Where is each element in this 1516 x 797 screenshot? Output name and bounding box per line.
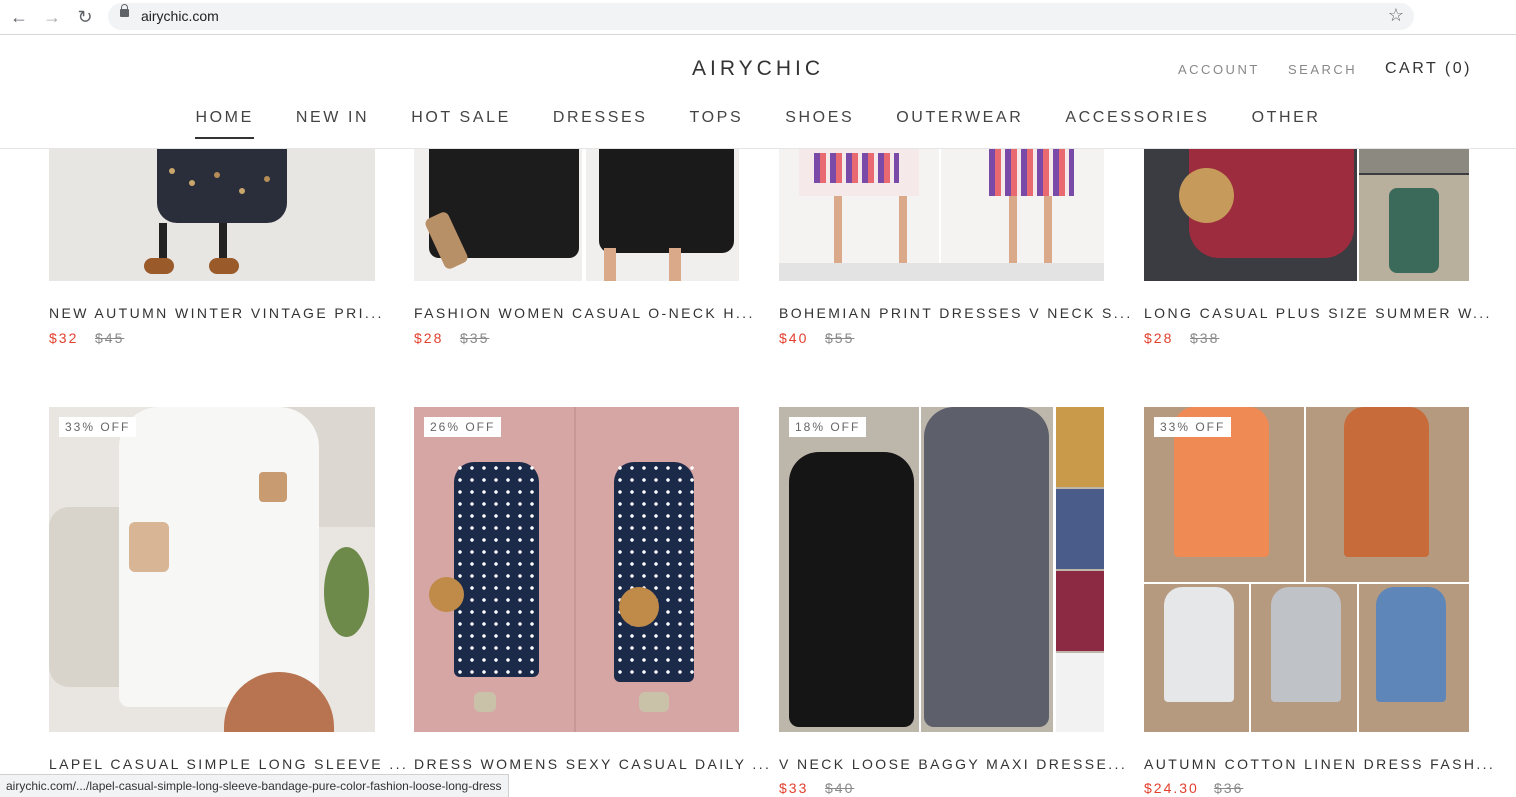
product-name[interactable]: LAPEL CASUAL SIMPLE LONG SLEEVE ... <box>49 756 408 772</box>
product-price: $40 <box>779 330 809 346</box>
menu-item-new-in[interactable]: NEW IN <box>296 109 369 139</box>
product-image-5[interactable]: 33% OFF <box>49 407 375 732</box>
product-price: $24.30 <box>1144 780 1199 796</box>
menu-item-tops[interactable]: TOPS <box>690 109 744 139</box>
link-status-bar: airychic.com/.../lapel-casual-simple-lon… <box>0 774 509 797</box>
product-old-price: $40 <box>825 780 855 796</box>
reload-icon[interactable]: ↻ <box>74 6 96 28</box>
product-old-price: $45 <box>95 330 125 346</box>
menu-item-dresses[interactable]: DRESSES <box>553 109 648 139</box>
address-url: airychic.com <box>141 8 219 24</box>
discount-badge: 33% OFF <box>59 417 137 437</box>
product-price: $32 <box>49 330 79 346</box>
main-menu: HOME NEW IN HOT SALE DRESSES TOPS SHOES … <box>0 109 1516 139</box>
browser-toolbar: ← → ↻ airychic.com ☆ <box>0 0 1516 35</box>
product-name[interactable]: LONG CASUAL PLUS SIZE SUMMER W... <box>1144 305 1492 321</box>
cart-link[interactable]: CART (0) <box>1385 60 1472 78</box>
product-image-3[interactable] <box>779 148 1104 281</box>
product-price: $28 <box>1144 330 1174 346</box>
product-name[interactable]: BOHEMIAN PRINT DRESSES V NECK S... <box>779 305 1133 321</box>
lock-icon <box>120 4 129 17</box>
discount-badge: 26% OFF <box>424 417 502 437</box>
product-name[interactable]: V NECK LOOSE BAGGY MAXI DRESSE... <box>779 756 1127 772</box>
menu-item-hot-sale[interactable]: HOT SALE <box>411 109 511 139</box>
product-old-price: $38 <box>1190 330 1220 346</box>
product-name[interactable]: DRESS WOMENS SEXY CASUAL DAILY ... <box>414 756 771 772</box>
address-bar[interactable]: airychic.com ☆ <box>108 3 1414 30</box>
forward-arrow-icon[interactable]: → <box>41 6 63 28</box>
menu-item-outerwear[interactable]: OUTERWEAR <box>896 109 1023 139</box>
discount-badge: 33% OFF <box>1154 417 1232 437</box>
site-header: AIRYCHIC ACCOUNT SEARCH CART (0) HOME NE… <box>0 35 1516 149</box>
product-image-8[interactable]: 33% OFF <box>1144 407 1469 732</box>
back-arrow-icon[interactable]: ← <box>8 6 30 28</box>
product-old-price: $55 <box>825 330 855 346</box>
product-image-2[interactable] <box>414 148 739 281</box>
menu-item-other[interactable]: OTHER <box>1252 109 1321 139</box>
account-link[interactable]: ACCOUNT <box>1178 62 1260 77</box>
product-image-4[interactable] <box>1144 148 1469 281</box>
product-old-price: $35 <box>460 330 490 346</box>
product-image-7[interactable]: 18% OFF <box>779 407 1104 732</box>
product-name[interactable]: FASHION WOMEN CASUAL O-NECK H... <box>414 305 755 321</box>
product-image-6[interactable]: 26% OFF <box>414 407 739 732</box>
menu-item-accessories[interactable]: ACCESSORIES <box>1065 109 1209 139</box>
search-link[interactable]: SEARCH <box>1288 62 1357 77</box>
product-name[interactable]: NEW AUTUMN WINTER VINTAGE PRI... <box>49 305 384 321</box>
discount-badge: 18% OFF <box>789 417 867 437</box>
product-price: $33 <box>779 780 809 796</box>
product-old-price: $36 <box>1214 780 1244 796</box>
menu-item-home[interactable]: HOME <box>195 109 254 139</box>
product-grid-top-row: NEW AUTUMN WINTER VINTAGE PRI... $32 $45… <box>0 148 1516 398</box>
menu-item-shoes[interactable]: SHOES <box>785 109 854 139</box>
product-image-1[interactable] <box>49 148 375 281</box>
bookmark-star-icon[interactable]: ☆ <box>1388 5 1404 26</box>
product-price: $28 <box>414 330 444 346</box>
product-name[interactable]: AUTUMN COTTON LINEN DRESS FASH... <box>1144 756 1495 772</box>
